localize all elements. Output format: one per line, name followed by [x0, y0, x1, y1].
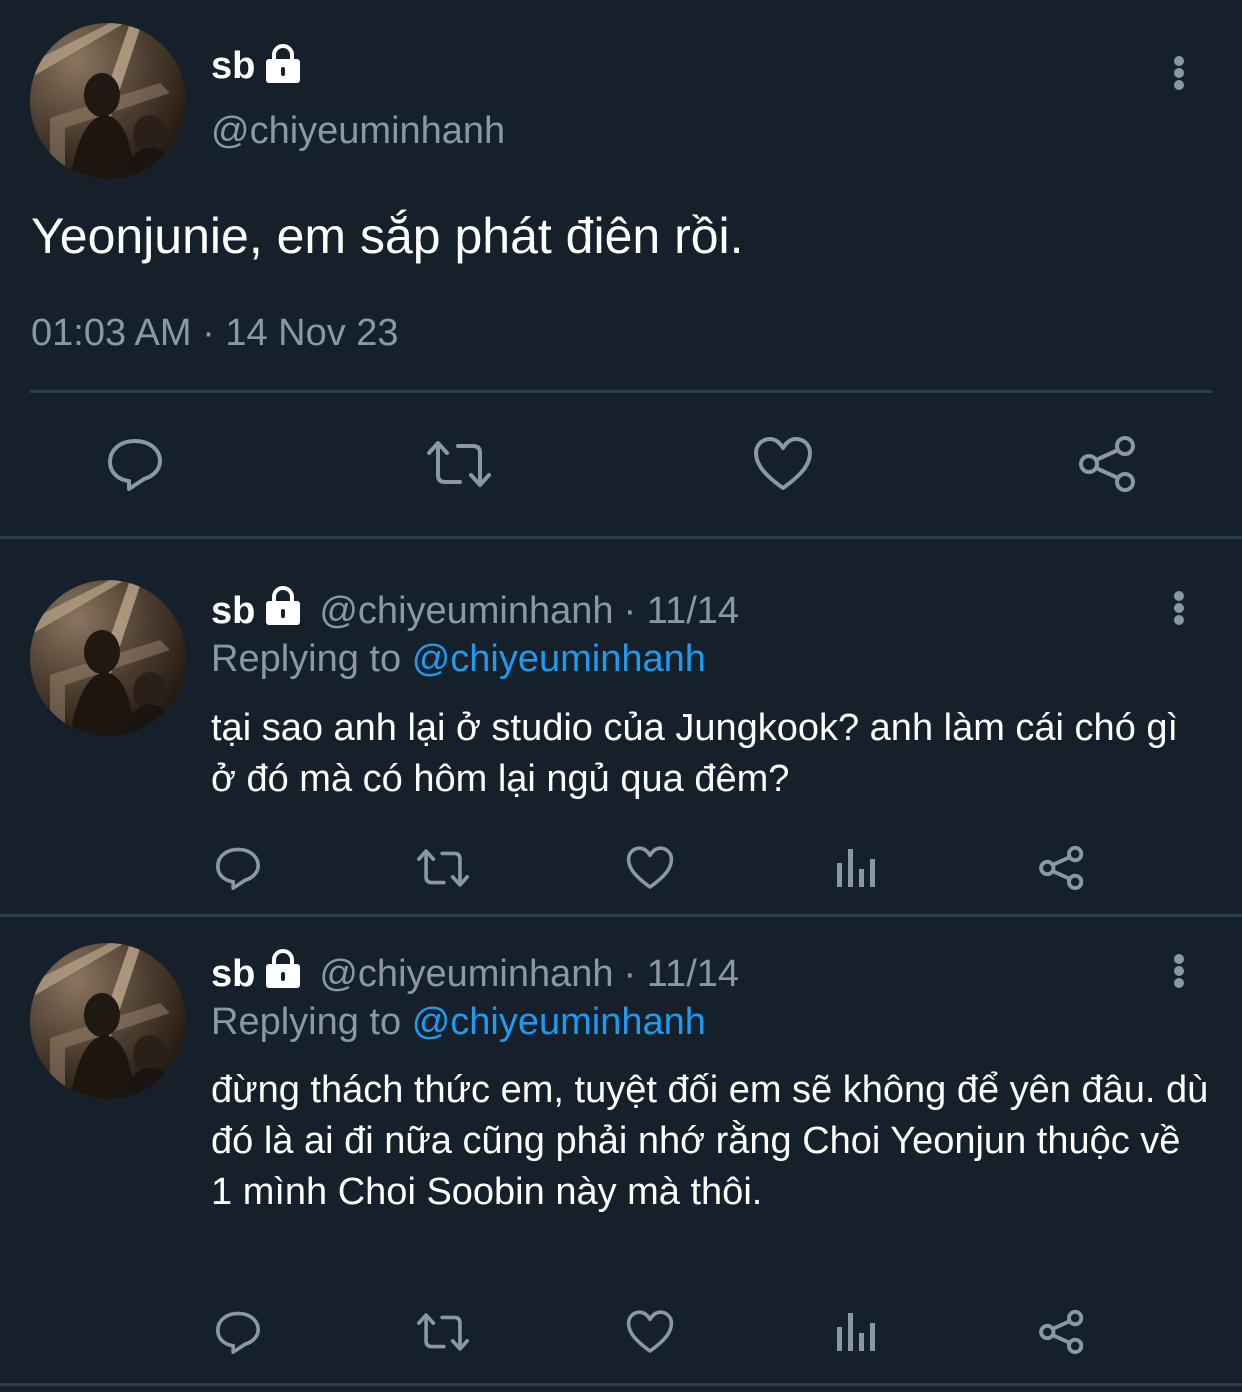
- more-options-icon[interactable]: [1169, 51, 1189, 95]
- timestamp[interactable]: 01:03 AM · 14 Nov 23: [31, 308, 399, 358]
- share-icon: [1079, 436, 1135, 492]
- like-icon: [754, 437, 812, 490]
- share-icon: [1039, 1309, 1084, 1355]
- share-button[interactable]: [1077, 433, 1139, 495]
- like-button[interactable]: [625, 845, 675, 891]
- handle[interactable]: @chiyeuminhanh: [319, 590, 613, 633]
- reply-button[interactable]: [213, 1307, 263, 1357]
- avatar[interactable]: [30, 580, 186, 736]
- replying-label: Replying to: [211, 1001, 402, 1043]
- display-name[interactable]: sb: [211, 590, 255, 633]
- reply-icon: [216, 1311, 260, 1354]
- replying-label: Replying to: [211, 638, 402, 680]
- display-name[interactable]: sb: [211, 953, 255, 996]
- date[interactable]: · 11/14: [624, 953, 739, 996]
- tweet-text: Yeonjunie, em sắp phát điên rồi.: [31, 208, 744, 264]
- analytics-button[interactable]: [834, 845, 878, 891]
- like-button[interactable]: [752, 435, 814, 493]
- author-line: sb: [211, 40, 305, 92]
- divider: [0, 914, 1242, 917]
- reply-icon: [108, 439, 162, 491]
- share-button[interactable]: [1038, 1307, 1086, 1357]
- more-options-icon[interactable]: [1169, 949, 1189, 993]
- share-button[interactable]: [1038, 843, 1086, 893]
- share-icon: [1039, 845, 1084, 891]
- analytics-button[interactable]: [834, 1309, 878, 1355]
- reply-icon: [216, 847, 260, 890]
- like-icon: [626, 846, 674, 889]
- lock-icon: [261, 947, 305, 1001]
- lock-icon: [261, 42, 305, 91]
- avatar[interactable]: [30, 23, 186, 179]
- divider: [0, 1383, 1242, 1386]
- analytics-icon: [837, 1313, 875, 1351]
- replying-to-line: Replying to @chiyeuminhanh: [211, 634, 706, 684]
- retweet-button[interactable]: [415, 843, 471, 893]
- retweet-icon: [416, 1313, 470, 1351]
- tweet-text: tại sao anh lại ở studio của Jungkook? a…: [211, 707, 1179, 800]
- author-line: sb @chiyeuminhanh · 11/14: [211, 948, 739, 1000]
- divider: [0, 536, 1242, 539]
- display-name[interactable]: sb: [211, 45, 255, 88]
- mention-link[interactable]: @chiyeuminhanh: [412, 1001, 706, 1043]
- lock-icon: [261, 584, 305, 638]
- handle[interactable]: @chiyeuminhanh: [211, 106, 505, 156]
- analytics-icon: [837, 849, 875, 887]
- like-icon: [626, 1310, 674, 1353]
- author-line: sb @chiyeuminhanh · 11/14: [211, 585, 739, 637]
- replying-to-line: Replying to @chiyeuminhanh: [211, 997, 706, 1047]
- retweet-icon: [416, 849, 470, 887]
- date[interactable]: · 11/14: [624, 590, 739, 633]
- divider: [30, 390, 1212, 393]
- more-options-icon[interactable]: [1169, 586, 1189, 630]
- reply-button[interactable]: [104, 433, 166, 495]
- tweet-text: đừng thách thức em, tuyệt đối em sẽ khôn…: [211, 1069, 1209, 1213]
- handle[interactable]: @chiyeuminhanh: [319, 953, 613, 996]
- like-button[interactable]: [625, 1309, 675, 1355]
- avatar[interactable]: [30, 943, 186, 1099]
- reply-button[interactable]: [213, 843, 263, 893]
- retweet-button[interactable]: [426, 433, 492, 495]
- mention-link[interactable]: @chiyeuminhanh: [412, 638, 706, 680]
- retweet-icon: [427, 441, 491, 487]
- retweet-button[interactable]: [415, 1307, 471, 1357]
